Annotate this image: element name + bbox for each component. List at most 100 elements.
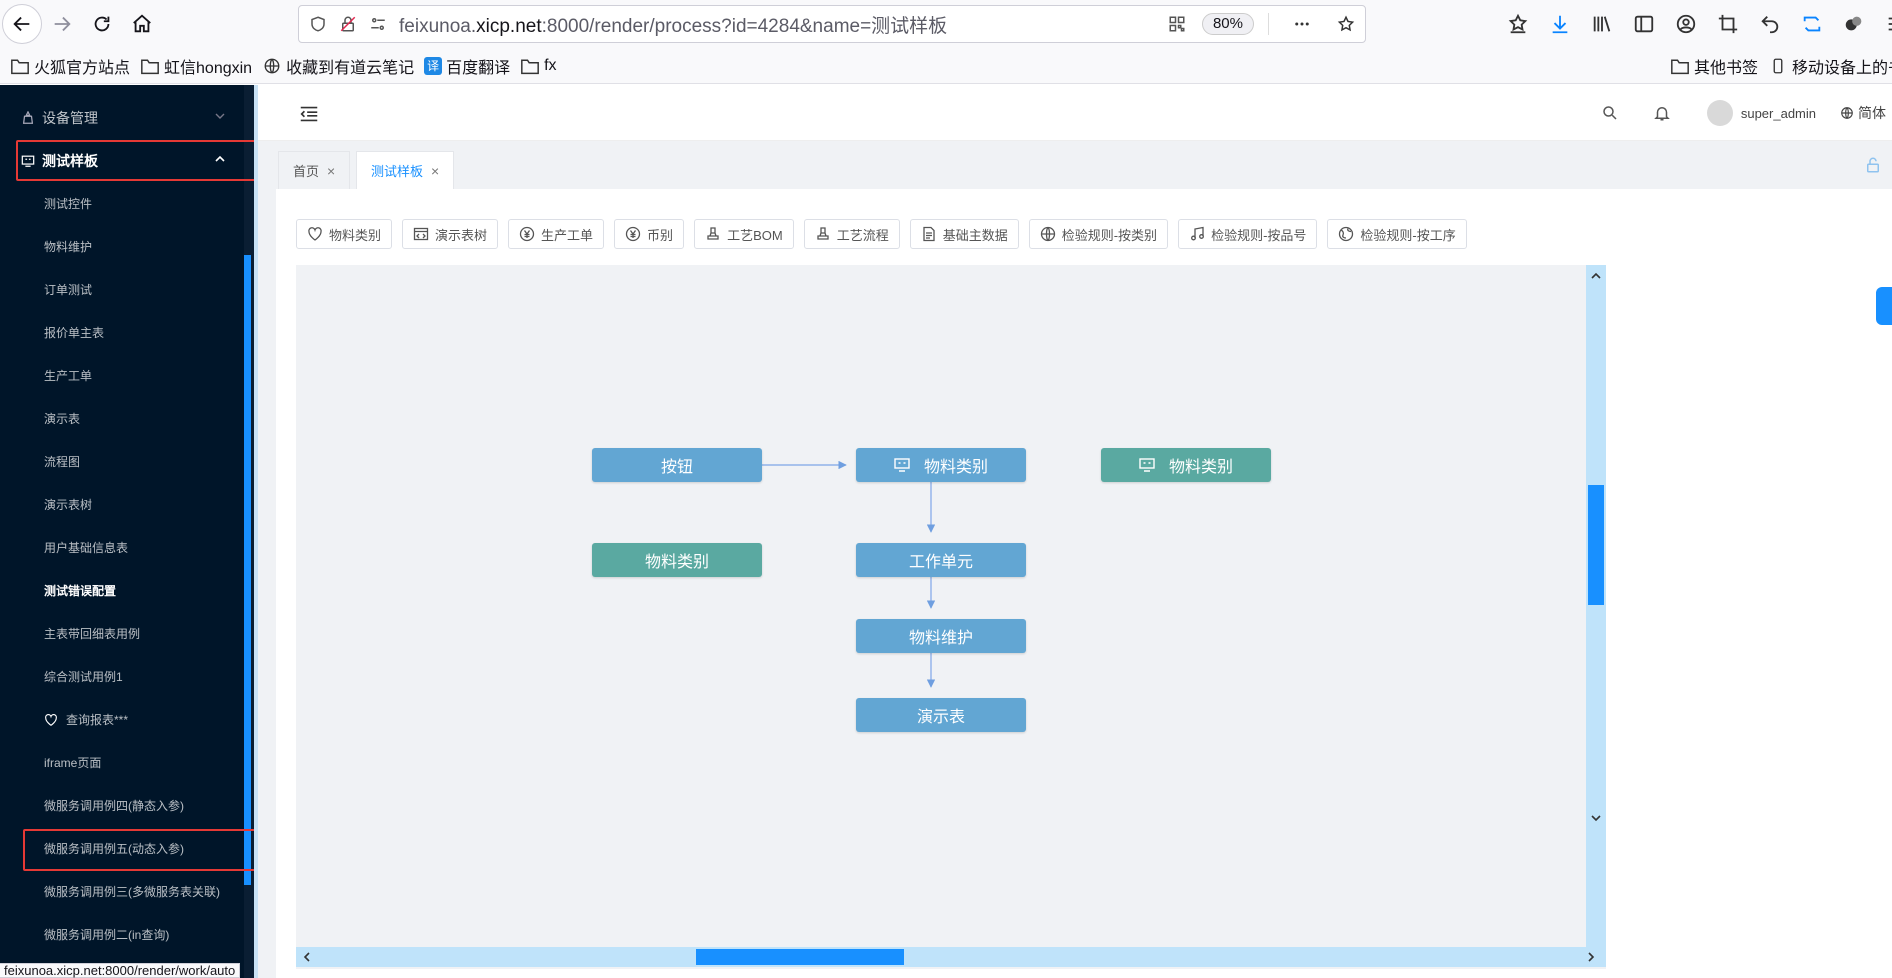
- sidebar-item-iframe[interactable]: iframe页面: [0, 741, 244, 784]
- process-bom-button[interactable]: 工艺BOM: [694, 219, 794, 249]
- insecure-lock-icon[interactable]: [337, 13, 359, 35]
- home-button[interactable]: [122, 4, 162, 44]
- sidebar-item-order-test[interactable]: 订单测试: [0, 268, 244, 311]
- bookmark-item[interactable]: 译 百度翻译: [424, 54, 510, 78]
- monitor-icon: [20, 153, 36, 169]
- folder-icon: [141, 59, 159, 74]
- url-separator: [1268, 13, 1269, 35]
- pocket-button[interactable]: [1500, 4, 1536, 44]
- device-icon: [20, 110, 36, 126]
- sidebar-item-error-config[interactable]: 测试错误配置: [0, 569, 244, 612]
- sidebar-item-demo-tree[interactable]: 演示表树: [0, 483, 244, 526]
- sidebar-item-label: 测试控件: [44, 197, 93, 211]
- chevron-down-icon[interactable]: [1589, 811, 1603, 825]
- sidebar-item-microservice-3[interactable]: 微服务调用例三(多微服务表关联): [0, 870, 244, 913]
- flow-node-material-category-left[interactable]: 物料类别: [592, 543, 762, 577]
- crop-button[interactable]: [1710, 4, 1746, 44]
- zoom-level-button[interactable]: 80%: [1201, 13, 1254, 35]
- sidebar-item-test-controls[interactable]: 测试控件: [0, 182, 244, 225]
- inspection-by-product-button[interactable]: 检验规则-按品号: [1178, 219, 1318, 249]
- inspection-by-category-button[interactable]: 检验规则-按类别: [1028, 219, 1169, 249]
- bookmark-star-icon[interactable]: [1335, 13, 1357, 35]
- vertical-scroll-thumb[interactable]: [1588, 485, 1604, 605]
- chevron-left-icon[interactable]: [300, 950, 314, 964]
- bookmark-item[interactable]: 收藏到有道云笔记: [262, 54, 414, 78]
- close-icon[interactable]: ×: [327, 163, 335, 179]
- chevron-up-icon[interactable]: [1589, 269, 1603, 283]
- address-bar[interactable]: feixunoa.xicp.net:8000/render/process?id…: [298, 5, 1366, 43]
- flow-node-material-maintenance[interactable]: 物料维护: [856, 619, 1026, 653]
- account-button[interactable]: [1668, 4, 1704, 44]
- sidebar-item-composite-test[interactable]: 综合测试用例1: [0, 655, 244, 698]
- bookmark-mobile[interactable]: 移动设备上的书签: [1768, 54, 1892, 78]
- shortcut-toolbar: 物料类别 演示表树 生产工单 币别 工艺BOM 工艺流程 基础主数据 检验规则-…: [296, 219, 1467, 251]
- button-label: 生产工单: [541, 227, 594, 243]
- flow-node-material-category[interactable]: 物料类别: [856, 448, 1026, 482]
- flow-canvas[interactable]: 按钮 物料类别 物料类别 物料类别 工作单元 物料维护 演示表: [296, 265, 1606, 969]
- flow-node-work-unit[interactable]: 工作单元: [856, 543, 1026, 577]
- chevron-right-icon[interactable]: [1584, 950, 1598, 964]
- flow-node-demo-table[interactable]: 演示表: [856, 698, 1026, 732]
- sidebar-group-test-template[interactable]: 测试样板: [0, 139, 244, 182]
- url-text[interactable]: feixunoa.xicp.net:8000/render/process?id…: [399, 11, 947, 38]
- sidebar-item-material-maintenance[interactable]: 物料维护: [0, 225, 244, 268]
- menu-fold-icon[interactable]: [298, 103, 320, 125]
- globe-icon[interactable]: [1840, 106, 1854, 120]
- sidebar-item-flowchart[interactable]: 流程图: [0, 440, 244, 483]
- process-flow-button[interactable]: 工艺流程: [803, 219, 900, 249]
- sidebar-item-microservice-5[interactable]: 微服务调用例五(动态入参): [0, 827, 244, 870]
- back-button[interactable]: [2, 4, 42, 44]
- username[interactable]: super_admin: [1741, 106, 1816, 121]
- forward-button[interactable]: [42, 4, 82, 44]
- sidebar-item-quotation-master[interactable]: 报价单主表: [0, 311, 244, 354]
- horizontal-scroll-thumb[interactable]: [696, 949, 904, 965]
- reload-button[interactable]: [82, 4, 122, 44]
- canvas-horizontal-scrollbar[interactable]: [296, 947, 1606, 967]
- tab-home[interactable]: 首页 ×: [278, 151, 351, 189]
- inspection-by-process-button[interactable]: 检验规则-按工序: [1327, 219, 1467, 249]
- currency-button[interactable]: 币别: [614, 219, 685, 249]
- sidebar-item-work-order[interactable]: 生产工单: [0, 354, 244, 397]
- shield-icon[interactable]: [307, 13, 329, 35]
- flow-node-material-category-standalone[interactable]: 物料类别: [1101, 448, 1271, 482]
- search-icon[interactable]: [1601, 104, 1619, 122]
- sidebar-item-master-detail[interactable]: 主表带回细表用例: [0, 612, 244, 655]
- library-button[interactable]: [1584, 4, 1620, 44]
- menu-button[interactable]: [1878, 4, 1892, 44]
- master-data-button[interactable]: 基础主数据: [909, 219, 1019, 249]
- work-order-button[interactable]: 生产工单: [508, 219, 605, 249]
- permissions-icon[interactable]: [367, 13, 389, 35]
- undo-button[interactable]: [1752, 4, 1788, 44]
- avatar[interactable]: [1706, 100, 1733, 126]
- flow-node-label: 物料类别: [923, 459, 988, 476]
- flow-node-button[interactable]: 按钮: [592, 448, 762, 482]
- sidebar-item-demo-table[interactable]: 演示表: [0, 397, 244, 440]
- more-actions-icon[interactable]: [1291, 13, 1313, 35]
- sidebar-toggle-button[interactable]: [1626, 4, 1662, 44]
- language-switch[interactable]: 简体: [1858, 103, 1886, 123]
- sidebar-scrollbar-thumb[interactable]: [244, 255, 251, 885]
- sidebar-item-microservice-2[interactable]: 微服务调用例二(in查询): [0, 913, 244, 956]
- bookmark-item[interactable]: fx: [520, 57, 557, 75]
- demo-tree-button[interactable]: 演示表树: [402, 219, 499, 249]
- sidebar-group-device-management[interactable]: 设备管理: [0, 96, 244, 139]
- unlock-icon[interactable]: [1864, 156, 1882, 174]
- extension-button[interactable]: [1836, 4, 1872, 44]
- folder-icon: [11, 59, 29, 74]
- floating-side-button[interactable]: [1876, 287, 1892, 325]
- sidebar-item-user-info[interactable]: 用户基础信息表: [0, 526, 244, 569]
- sidebar-item-query-report[interactable]: 查询报表***: [0, 698, 244, 741]
- qr-code-icon[interactable]: [1166, 13, 1188, 35]
- tabs-bar: 首页 × 测试样板 ×: [258, 141, 1892, 189]
- tab-test-template[interactable]: 测试样板 ×: [356, 151, 455, 189]
- sidebar-item-microservice-4[interactable]: 微服务调用例四(静态入参): [0, 784, 244, 827]
- close-icon[interactable]: ×: [431, 163, 439, 179]
- bookmark-item[interactable]: 火狐官方站点: [10, 54, 130, 78]
- bookmark-item[interactable]: 虹信hongxin: [140, 54, 252, 78]
- canvas-vertical-scrollbar[interactable]: [1586, 265, 1606, 965]
- material-category-button[interactable]: 物料类别: [296, 219, 393, 249]
- sync-button[interactable]: [1794, 4, 1830, 44]
- bookmark-other[interactable]: 其他书签: [1670, 54, 1758, 78]
- downloads-button[interactable]: [1542, 4, 1578, 44]
- bell-icon[interactable]: [1653, 104, 1671, 122]
